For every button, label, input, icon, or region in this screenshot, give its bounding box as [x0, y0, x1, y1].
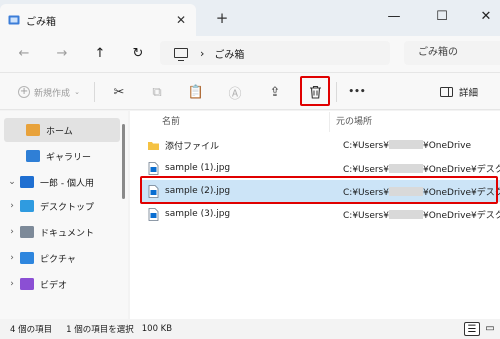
- status-bar: 4 個の項目 1 個の項目を選択 100 KB: [0, 319, 500, 339]
- selection-status: 1 個の項目を選択: [66, 325, 134, 335]
- file-row[interactable]: sample (3).jpg C:¥Users¥ ¥OneDrive¥デスクトップ: [140, 203, 500, 225]
- recycle-bin-tab-icon: [8, 15, 20, 25]
- file-original-location: C:¥Users¥ ¥OneDrive¥デスクトップ: [343, 208, 500, 221]
- details-label: 詳細: [459, 88, 479, 99]
- redacted-username: [388, 209, 423, 219]
- close-window-button[interactable]: ✕: [474, 6, 498, 28]
- redacted-username: [388, 139, 423, 149]
- chevron-right-icon[interactable]: ›: [4, 227, 20, 237]
- new-item-label: 新規作成: [34, 88, 71, 99]
- new-item-button[interactable]: + 新規作成 ⌄: [12, 82, 86, 102]
- search-input[interactable]: ごみ箱の: [404, 41, 500, 65]
- back-arrow-icon[interactable]: ←: [14, 44, 34, 64]
- sidebar-item-label: デスクトップ: [40, 202, 95, 213]
- sidebar-item-label: ギャラリー: [46, 152, 92, 163]
- item-count: 4 個の項目: [10, 325, 53, 335]
- file-row[interactable]: 添付ファイル C:¥Users¥ ¥OneDrive: [140, 134, 500, 156]
- file-original-location: C:¥Users¥ ¥OneDrive¥デスクトップ: [343, 162, 500, 175]
- location-prefix: C:¥Users¥: [343, 140, 389, 151]
- chevron-down-icon[interactable]: ⌄: [4, 177, 20, 187]
- column-divider[interactable]: [329, 112, 330, 132]
- sidebar-item[interactable]: › ピクチャ: [4, 246, 120, 270]
- sidebar-item-label: ビデオ: [40, 280, 68, 291]
- address-path: ごみ箱: [214, 49, 245, 61]
- file-name: sample (3).jpg: [165, 209, 231, 219]
- tab-title: ごみ箱: [26, 16, 56, 28]
- tab-recycle-bin[interactable]: ごみ箱 ✕: [0, 4, 196, 36]
- details-view-icon[interactable]: ☰: [464, 322, 480, 336]
- image-file-icon: [148, 207, 159, 221]
- more-options-icon[interactable]: •••: [346, 82, 368, 102]
- sidebar-item-label: ホーム: [46, 126, 73, 137]
- home-icon: [26, 124, 40, 136]
- videos-folder-icon: [20, 278, 34, 290]
- sidebar-item-label: 一郎 - 個人用: [40, 178, 94, 189]
- desktop-folder-icon: [20, 200, 34, 212]
- location-suffix: ¥OneDrive¥デスクトップ: [422, 164, 500, 175]
- file-name: 添付ファイル: [165, 141, 220, 152]
- chevron-right-icon[interactable]: ›: [4, 201, 20, 211]
- minimize-button[interactable]: —: [382, 6, 406, 28]
- sidebar-item-label: ピクチャ: [40, 254, 76, 265]
- new-tab-button[interactable]: +: [212, 8, 232, 28]
- location-suffix: ¥OneDrive: [422, 140, 472, 151]
- redacted-username: [388, 163, 423, 173]
- column-header-name[interactable]: 名前: [162, 114, 180, 130]
- rename-icon[interactable]: Ⓐ: [224, 82, 246, 102]
- details-pane-button[interactable]: 詳細: [440, 82, 478, 102]
- location-suffix: ¥OneDrive¥デスクトップ: [422, 210, 500, 221]
- paste-icon[interactable]: 📋: [185, 82, 207, 102]
- up-arrow-icon[interactable]: ↑: [90, 44, 110, 64]
- image-file-icon: [148, 161, 159, 175]
- sidebar-item[interactable]: ホーム: [4, 118, 120, 142]
- column-header-original-location[interactable]: 元の場所: [336, 114, 372, 130]
- chevron-right-icon[interactable]: ›: [4, 253, 20, 263]
- computer-icon: [174, 48, 188, 61]
- details-pane-icon: [440, 87, 453, 97]
- location-prefix: C:¥Users¥: [343, 164, 389, 175]
- folder-icon: [148, 141, 159, 150]
- sidebar-item[interactable]: ギャラリー: [4, 144, 120, 168]
- pictures-folder-icon: [20, 252, 34, 264]
- selected-file-highlight: [140, 176, 498, 204]
- gallery-icon: [26, 150, 40, 162]
- onedrive-cloud-icon: [20, 176, 34, 188]
- forward-arrow-icon[interactable]: →: [52, 44, 72, 64]
- share-icon[interactable]: ⇪: [264, 82, 286, 102]
- cut-icon[interactable]: ✂: [108, 82, 130, 102]
- toolbar-divider: [336, 82, 337, 102]
- sidebar-item[interactable]: › デスクトップ: [4, 194, 120, 218]
- sidebar-item[interactable]: › ビデオ: [4, 272, 120, 296]
- tab-close-icon[interactable]: ✕: [174, 13, 188, 27]
- delete-button-highlight: [300, 76, 330, 106]
- sidebar-item[interactable]: ⌄ 一郎 - 個人用: [4, 170, 120, 194]
- chevron-right-icon[interactable]: ›: [4, 279, 20, 289]
- refresh-icon[interactable]: ↻: [128, 44, 148, 64]
- sidebar-item-label: ドキュメント: [40, 228, 95, 239]
- address-bar[interactable]: › ごみ箱: [160, 41, 390, 65]
- toolbar-divider: [94, 82, 95, 102]
- location-prefix: C:¥Users¥: [343, 210, 389, 221]
- tiles-view-icon[interactable]: ▭: [482, 322, 498, 336]
- sidebar-scrollbar[interactable]: [122, 124, 125, 199]
- chevron-right-icon: ›: [200, 46, 205, 60]
- plus-icon: +: [18, 86, 31, 98]
- copy-icon[interactable]: ⧉: [146, 82, 168, 102]
- maximize-button[interactable]: ☐: [430, 6, 454, 28]
- selection-size: 100 KB: [141, 324, 173, 334]
- chevron-down-icon: ⌄: [74, 88, 80, 96]
- file-name: sample (1).jpg: [165, 163, 231, 173]
- sidebar-item[interactable]: › ドキュメント: [4, 220, 120, 244]
- file-original-location: C:¥Users¥ ¥OneDrive: [343, 139, 500, 151]
- documents-folder-icon: [20, 226, 34, 238]
